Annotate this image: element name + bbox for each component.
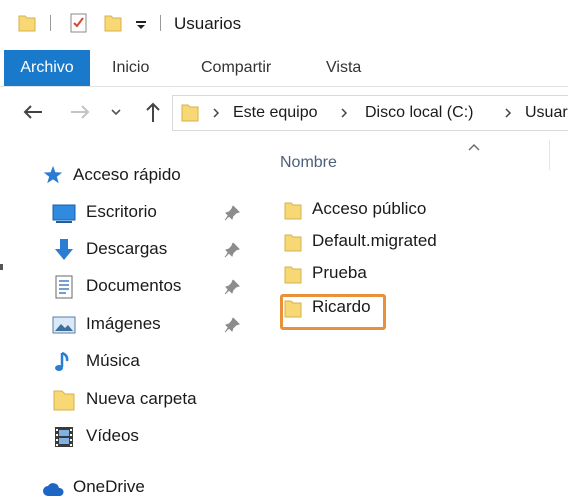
column-header-nombre[interactable]: Nombre — [280, 154, 337, 172]
sidebar-item-label: Descargas — [86, 239, 168, 258]
folder-icon — [284, 234, 302, 252]
toolbar-separator — [160, 15, 161, 31]
sidebar-item-label: OneDrive — [73, 477, 145, 496]
sort-ascending-icon — [468, 144, 480, 151]
sidebar-item-label: Documentos — [86, 276, 182, 295]
star-icon — [43, 165, 63, 184]
tab-compartir[interactable]: Compartir — [201, 50, 271, 86]
breadcrumb-este-equipo[interactable]: Este equipo — [233, 104, 318, 122]
breadcrumb-chevron-icon[interactable] — [503, 107, 513, 119]
tab-archivo[interactable]: Archivo — [4, 50, 90, 86]
highlight-box — [280, 294, 386, 330]
properties-icon[interactable] — [69, 12, 89, 34]
ribbon-tabs: Archivo Inicio Compartir Vista — [0, 50, 568, 87]
sidebar-item-nueva-carpeta[interactable]: Nueva carpeta — [0, 382, 262, 416]
customize-dropdown-icon[interactable] — [133, 16, 149, 32]
sidebar-item-label: Música — [86, 351, 140, 370]
sidebar-item-label: Nueva carpeta — [86, 389, 197, 408]
cloud-icon — [43, 483, 64, 496]
file-name: Prueba — [312, 263, 367, 282]
desktop-icon — [52, 204, 76, 223]
list-item[interactable]: Prueba — [276, 259, 546, 289]
folder-icon — [181, 104, 199, 122]
pin-icon[interactable] — [224, 242, 240, 258]
downloads-icon — [55, 239, 73, 260]
title-bar: Usuarios — [0, 0, 568, 50]
sidebar-item-label: Imágenes — [86, 314, 161, 333]
file-name: Default.migrated — [312, 231, 437, 250]
window-title: Usuarios — [174, 14, 242, 33]
videos-icon — [55, 427, 73, 447]
file-name: Acceso público — [312, 199, 427, 218]
navigation-bar: Este equipo Disco local (C:) Usuar — [0, 87, 568, 139]
window-edge-mark — [0, 264, 3, 270]
new-folder-icon[interactable] — [104, 13, 122, 32]
forward-arrow-icon[interactable] — [65, 97, 95, 127]
sidebar-item-descargas[interactable]: Descargas — [0, 232, 262, 266]
sidebar-item-musica[interactable]: Música — [0, 344, 262, 378]
sidebar-item-label: Escritorio — [86, 202, 157, 221]
list-item[interactable]: Default.migrated — [276, 227, 546, 257]
breadcrumb-chevron-icon[interactable] — [339, 107, 349, 119]
address-bar[interactable]: Este equipo Disco local (C:) Usuar — [172, 95, 568, 131]
sidebar-item-label: Vídeos — [86, 426, 139, 445]
sidebar-item-documentos[interactable]: Documentos — [0, 269, 262, 303]
folder-icon — [284, 202, 302, 220]
list-item[interactable]: Acceso público — [276, 195, 546, 225]
pictures-icon — [52, 316, 76, 334]
folder-icon — [53, 390, 75, 411]
sidebar-item-acceso-rapido[interactable]: Acceso rápido — [0, 158, 262, 192]
music-icon — [55, 351, 69, 371]
up-arrow-icon[interactable] — [138, 97, 168, 127]
column-divider[interactable] — [549, 140, 550, 170]
pin-icon[interactable] — [224, 279, 240, 295]
toolbar-separator — [50, 15, 51, 31]
sidebar-item-onedrive[interactable]: OneDrive — [0, 470, 262, 504]
tab-vista[interactable]: Vista — [326, 50, 361, 86]
breadcrumb-chevron-icon[interactable] — [211, 107, 221, 119]
documents-icon — [55, 275, 73, 299]
breadcrumb-usuarios[interactable]: Usuar — [525, 104, 568, 122]
folder-icon[interactable] — [18, 13, 36, 32]
sidebar-item-escritorio[interactable]: Escritorio — [0, 195, 262, 229]
tab-inicio[interactable]: Inicio — [112, 50, 149, 86]
folder-icon — [284, 266, 302, 284]
pin-icon[interactable] — [224, 317, 240, 333]
pin-icon[interactable] — [224, 205, 240, 221]
back-arrow-icon[interactable] — [18, 97, 48, 127]
breadcrumb-disco-local[interactable]: Disco local (C:) — [365, 104, 473, 122]
sidebar-item-imagenes[interactable]: Imágenes — [0, 307, 262, 341]
sidebar-item-videos[interactable]: Vídeos — [0, 419, 262, 453]
recent-locations-chevron-icon[interactable] — [108, 97, 138, 127]
navigation-pane: Acceso rápido Escritorio Descargas Docum… — [0, 140, 262, 496]
sidebar-item-label: Acceso rápido — [73, 165, 181, 184]
